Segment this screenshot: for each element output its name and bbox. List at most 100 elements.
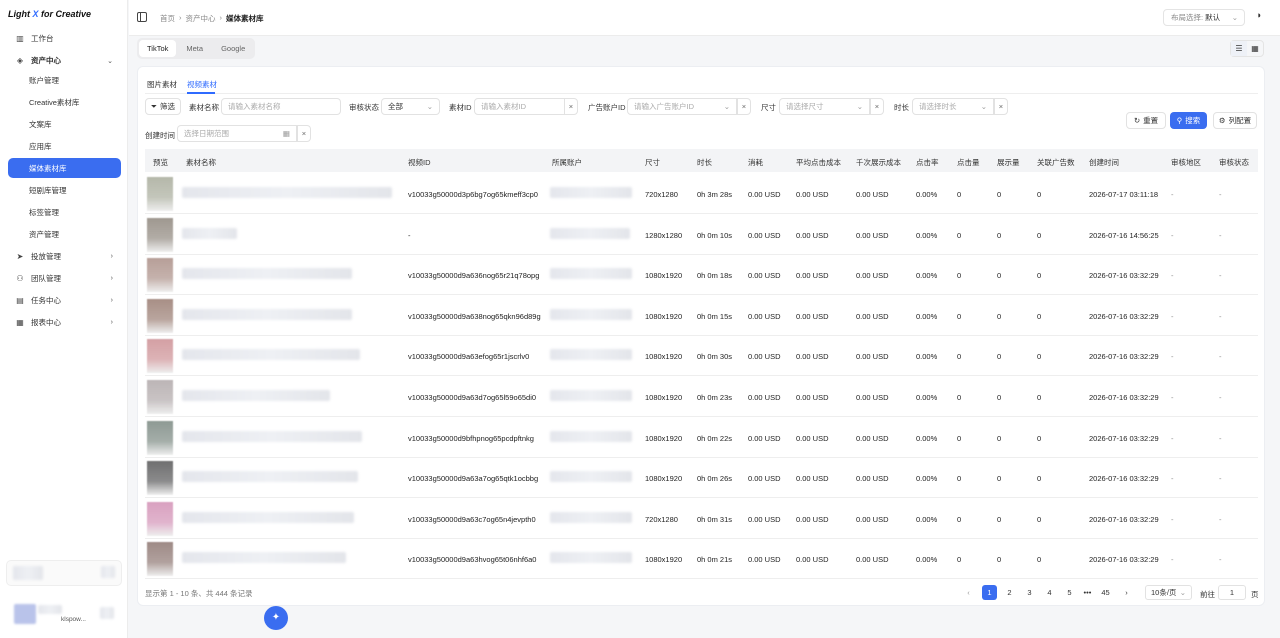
tab-google[interactable]: Google [213, 40, 253, 57]
user-profile[interactable]: klspow... [6, 602, 122, 628]
video-thumbnail[interactable] [147, 542, 173, 577]
goto-suffix: 页 [1251, 590, 1259, 599]
chevron-down-icon: ⌄ [723, 102, 730, 111]
cell-ads: 0 [1037, 393, 1042, 402]
video-thumbnail[interactable] [147, 217, 173, 252]
material-name-redacted [182, 187, 392, 198]
sidebar-item-media-library[interactable]: 媒体素材库 [8, 158, 121, 178]
tab-tiktok[interactable]: TikTok [139, 40, 177, 57]
material-name-redacted [182, 471, 358, 483]
cell-created: 2026-07-16 03:32:29 [1089, 393, 1159, 402]
sidebar-item-copy-library[interactable]: 文案库 [8, 114, 121, 134]
cell-cpc: 0.00 USD [796, 190, 829, 199]
page-5[interactable]: 5 [1062, 585, 1077, 600]
cell-cpm: 0.00 USD [856, 190, 889, 199]
sidebar-item-creative-library[interactable]: Creative素材库 [8, 92, 121, 112]
sidebar-item-delivery[interactable]: ➤ 投放管理 › [8, 247, 121, 266]
breadcrumb-asset-center[interactable]: 资产中心 [186, 13, 216, 24]
review-status-select[interactable]: 全部 ⌄ [381, 98, 440, 115]
page-3[interactable]: 3 [1022, 585, 1037, 600]
sidebar-item-assets[interactable]: 资产管理 [8, 224, 121, 244]
video-thumbnail[interactable] [147, 501, 173, 536]
cell-spend: 0.00 USD [748, 352, 781, 362]
layout-select[interactable]: 布局选择: 默认 ⌄ [1163, 9, 1245, 26]
date-range-input[interactable]: 选择日期范围 ▦ [177, 125, 297, 142]
app-logo[interactable]: Light X for Creative [8, 9, 91, 19]
page-size-select[interactable]: 10条/页 ⌄ [1145, 585, 1192, 600]
sidebar-item-tasks[interactable]: ▤ 任务中心 › [8, 291, 121, 310]
sidebar-item-team[interactable]: ⚇ 团队管理 › [8, 269, 121, 288]
cell-video-id: v10033g50000d9a63efog65r1jscrlv0 [408, 352, 530, 362]
cell-cpm: 0.00 USD [856, 230, 889, 240]
cell-video-id: v10033g50000d9bfhpnog65pcdpftnkg [408, 433, 534, 443]
cell-ctr: 0.00% [916, 474, 938, 484]
goto-page-input[interactable]: 1 [1218, 585, 1246, 600]
column-header: 尺寸 [645, 158, 660, 167]
material-name-redacted [182, 308, 352, 320]
material-id-input[interactable]: 请输入素材ID [474, 98, 565, 115]
clear-icon[interactable]: × [737, 98, 751, 115]
sidebar-item-workbench[interactable]: ▥ 工作台 [8, 29, 121, 48]
search-button[interactable]: ⚲ 搜索 [1170, 112, 1207, 129]
page-2[interactable]: 2 [1002, 585, 1017, 600]
active-tab-indicator [187, 92, 215, 94]
sidebar-item-tags[interactable]: 标签管理 [8, 202, 121, 222]
sidebar-item-short-drama[interactable]: 短剧库管理 [8, 180, 121, 200]
cell-size: 1280x1280 [645, 230, 683, 240]
cell-impressions: 0 [997, 555, 1002, 565]
clear-icon[interactable]: × [297, 125, 311, 142]
tab-image-materials[interactable]: 图片素材 [147, 79, 177, 90]
clear-icon[interactable]: × [994, 98, 1008, 115]
chevron-right-icon: › [110, 319, 113, 326]
cell-status: - [1219, 271, 1222, 281]
theme-toggle-icon[interactable]: ◑ [1251, 10, 1266, 25]
cell-size: 1080x1920 [645, 433, 683, 443]
cell-ads: 0 [1037, 271, 1042, 281]
video-thumbnail[interactable] [147, 380, 173, 414]
tab-meta[interactable]: Meta [178, 40, 211, 57]
clear-icon[interactable]: × [870, 98, 884, 115]
workspace-card[interactable] [6, 560, 122, 586]
tab-video-materials[interactable]: 视频素材 [187, 79, 217, 90]
cell-impressions: 0 [997, 190, 1002, 199]
duration-select[interactable]: 请选择时长 ⌄ [912, 98, 994, 115]
filter-button[interactable]: ⏷ 筛选 [145, 98, 181, 115]
sidebar-toggle-icon[interactable] [137, 12, 147, 22]
video-thumbnail[interactable] [147, 258, 173, 293]
page-4[interactable]: 4 [1042, 585, 1057, 600]
video-thumbnail[interactable] [147, 461, 173, 496]
cell-size: 1080x1920 [645, 393, 683, 402]
users-icon: ⚇ [16, 274, 24, 283]
cell-spend: 0.00 USD [748, 230, 781, 240]
prev-page-icon[interactable]: ‹ [961, 585, 976, 600]
cell-region: - [1171, 393, 1174, 402]
breadcrumb-home[interactable]: 首页 [160, 13, 175, 24]
cell-duration: 0h 0m 18s [697, 271, 733, 281]
video-thumbnail[interactable] [147, 177, 173, 211]
clear-icon[interactable]: × [564, 98, 578, 115]
cell-spend: 0.00 USD [748, 433, 781, 443]
sidebar-item-asset-center[interactable]: ◈ 资产中心 ⌄ [8, 51, 121, 70]
page-1[interactable]: 1 [982, 585, 997, 600]
chevron-down-icon: ⌄ [856, 102, 863, 111]
reset-button[interactable]: ↻ 重置 [1126, 112, 1166, 129]
video-thumbnail[interactable] [147, 298, 173, 333]
sidebar-item-reports[interactable]: ▦ 报表中心 › [8, 313, 121, 332]
sidebar-item-app-library[interactable]: 应用库 [8, 136, 121, 156]
column-config-button[interactable]: ⚙ 列配置 [1213, 112, 1257, 129]
size-select[interactable]: 请选择尺寸 ⌄ [779, 98, 870, 115]
tab-divider [145, 93, 1258, 94]
cell-cpc: 0.00 USD [796, 514, 829, 524]
material-name-input[interactable]: 请输入素材名称 [221, 98, 341, 115]
page-ellipsis[interactable]: ••• [1080, 585, 1095, 600]
bar-chart-icon: ▥ [16, 34, 24, 43]
ad-account-select[interactable]: 请输入广告账户ID ⌄ [627, 98, 737, 115]
next-page-icon[interactable]: › [1119, 585, 1134, 600]
page-last[interactable]: 45 [1098, 585, 1113, 600]
list-view-icon[interactable]: ☰ [1231, 41, 1247, 56]
video-thumbnail[interactable] [147, 420, 173, 455]
video-thumbnail[interactable] [147, 339, 173, 374]
sidebar-item-accounts[interactable]: 账户管理 [8, 70, 121, 90]
sparkle-icon[interactable]: ✦ [264, 606, 288, 630]
grid-view-icon[interactable]: ▦ [1247, 41, 1263, 56]
